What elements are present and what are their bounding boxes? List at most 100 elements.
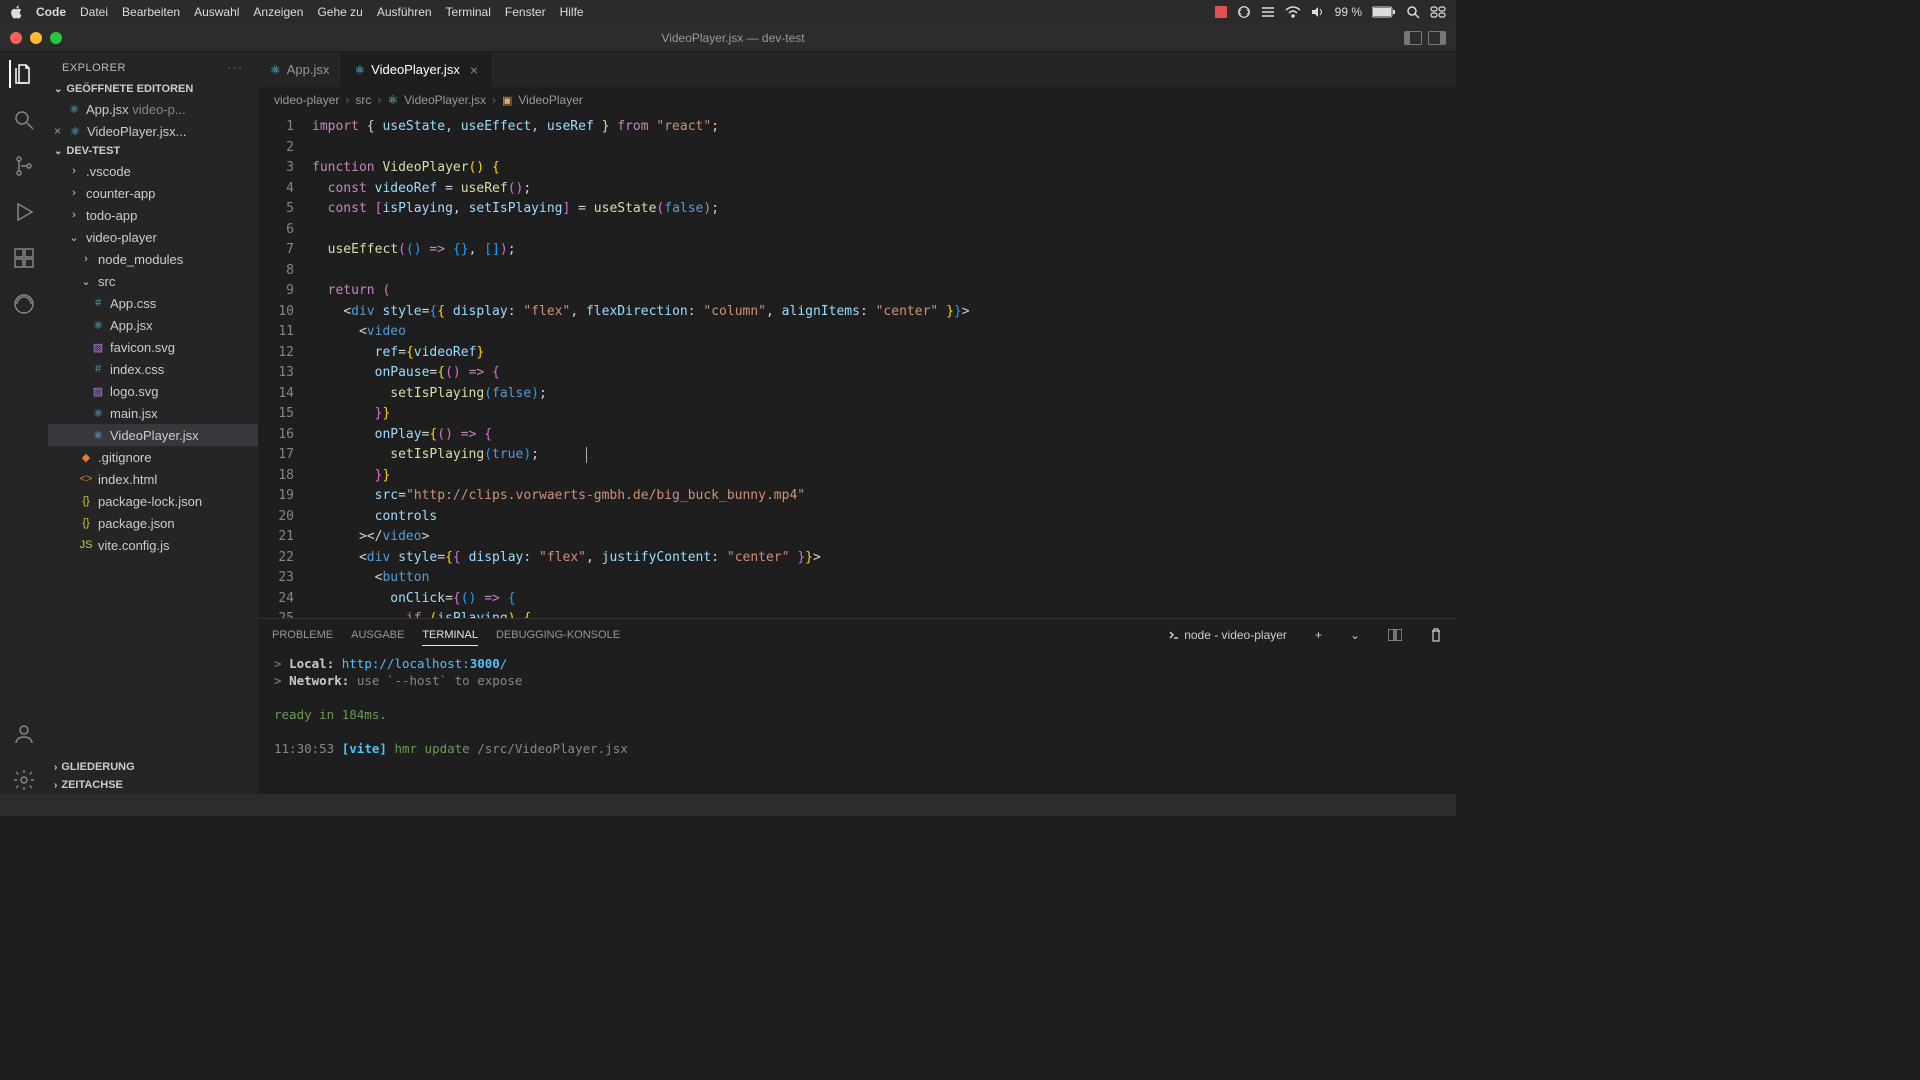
file-tree: ›.vscode›counter-app›todo-app⌄video-play… [48,160,258,556]
status-menu-icon [1261,5,1275,19]
folder-item[interactable]: ›node_modules [48,248,258,270]
window-titlebar: VideoPlayer.jsx — dev-test [0,24,1456,52]
folder-item[interactable]: ›counter-app [48,182,258,204]
editor-tabs: ⚛ App.jsx ⚛ VideoPlayer.jsx × [258,52,1456,87]
folder-item[interactable]: ⌄video-player [48,226,258,248]
activity-bar [0,52,48,794]
status-control-icon[interactable] [1430,6,1446,18]
menu-file[interactable]: Datei [80,5,108,19]
explorer-sidebar: EXPLORER ··· ⌄ GEÖFFNETE EDITOREN ⚛ App.… [48,52,258,794]
json-file-icon: {} [78,517,94,529]
maximize-window-button[interactable] [50,32,62,44]
menu-help[interactable]: Hilfe [560,5,584,19]
code-content[interactable]: import { useState, useEffect, useRef } f… [308,113,1434,618]
source-control-icon[interactable] [10,152,38,180]
folder-item[interactable]: ⌄src [48,270,258,292]
open-editors-header[interactable]: ⌄ GEÖFFNETE EDITOREN [48,80,258,98]
account-icon[interactable] [10,720,38,748]
file-item[interactable]: {}package.json [48,512,258,534]
code-editor[interactable]: 1234567891011121314151617181920212223242… [258,113,1456,618]
terminal-process[interactable]: node - video-player [1168,628,1287,642]
html-file-icon: <> [78,473,94,485]
status-sync-icon [1237,5,1251,19]
file-item[interactable]: <>index.html [48,468,258,490]
chevron-down-icon: ⌄ [66,231,82,244]
minimap[interactable] [1434,113,1456,618]
extensions-icon[interactable] [10,244,38,272]
run-debug-icon[interactable] [10,198,38,226]
react-file-icon: ⚛ [90,429,106,442]
chevron-down-icon: ⌄ [54,146,62,157]
terminal-icon [1168,629,1180,641]
chevron-right-icon: › [66,165,82,177]
panel-tab-problems[interactable]: PROBLEME [272,625,333,645]
minimize-window-button[interactable] [30,32,42,44]
menu-go[interactable]: Gehe zu [317,5,362,19]
explorer-more-icon[interactable]: ··· [227,62,244,74]
panel-tab-debug[interactable]: DEBUGGING-KONSOLE [496,625,620,645]
file-item[interactable]: ◆.gitignore [48,446,258,468]
remote-icon[interactable] [10,290,38,318]
timeline-header[interactable]: › ZEITACHSE [48,776,258,794]
file-item[interactable]: ⚛VideoPlayer.jsx [48,424,258,446]
workspace-header[interactable]: ⌄ DEV-TEST [48,142,258,160]
git-file-icon: ◆ [78,451,94,464]
folder-item[interactable]: ›todo-app [48,204,258,226]
file-item[interactable]: {}package-lock.json [48,490,258,512]
folder-item[interactable]: ›.vscode [48,160,258,182]
close-icon[interactable]: × [54,124,61,138]
json-file-icon: {} [78,495,94,507]
menu-window[interactable]: Fenster [505,5,546,19]
breadcrumb[interactable]: video-player› src› ⚛ VideoPlayer.jsx› ▣ … [258,87,1456,113]
status-wifi-icon [1285,6,1301,18]
panel-tab-output[interactable]: AUSGABE [351,625,404,645]
file-item[interactable]: ⚛App.jsx [48,314,258,336]
menu-selection[interactable]: Auswahl [194,5,239,19]
settings-gear-icon[interactable] [10,766,38,794]
new-terminal-icon[interactable]: + [1315,628,1322,642]
open-editor-item[interactable]: × ⚛ VideoPlayer.jsx... [48,120,258,142]
toggle-panel-icon[interactable] [1428,31,1446,45]
chevron-down-icon: ⌄ [54,84,62,95]
close-icon[interactable]: × [470,62,478,78]
chevron-down-icon[interactable]: ⌄ [1350,628,1360,642]
outline-header[interactable]: › GLIEDERUNG [48,758,258,776]
chevron-right-icon: › [78,253,94,265]
trash-icon[interactable] [1430,628,1442,642]
terminal-output[interactable]: > Local: http://localhost:3000/ > Networ… [258,651,1456,794]
search-icon[interactable] [10,106,38,134]
toggle-sidebar-icon[interactable] [1404,31,1422,45]
status-rec-icon [1215,6,1227,18]
menu-terminal[interactable]: Terminal [446,5,491,19]
react-file-icon: ⚛ [90,319,106,332]
menu-run[interactable]: Ausführen [377,5,432,19]
status-search-icon[interactable] [1406,5,1420,19]
close-window-button[interactable] [10,32,22,44]
css-file-icon: # [90,363,106,375]
file-item[interactable]: ▨favicon.svg [48,336,258,358]
file-item[interactable]: #index.css [48,358,258,380]
apple-logo-icon [10,5,24,19]
bottom-panel: PROBLEME AUSGABE TERMINAL DEBUGGING-KONS… [258,618,1456,794]
menu-edit[interactable]: Bearbeiten [122,5,180,19]
menu-view[interactable]: Anzeigen [253,5,303,19]
window-controls[interactable] [10,32,62,44]
app-name: Code [36,5,66,19]
file-item[interactable]: #App.css [48,292,258,314]
tab-app[interactable]: ⚛ App.jsx [258,52,342,87]
macos-menubar: Code Datei Bearbeiten Auswahl Anzeigen G… [0,0,1456,24]
status-battery-text: 99 % [1335,5,1362,19]
file-item[interactable]: JSvite.config.js [48,534,258,556]
file-item[interactable]: ▨logo.svg [48,380,258,402]
status-bar[interactable] [0,794,1456,816]
split-terminal-icon[interactable] [1388,629,1402,641]
svg-file-icon: ▨ [90,385,106,398]
explorer-icon[interactable] [9,60,37,88]
tab-videoplayer[interactable]: ⚛ VideoPlayer.jsx × [342,52,491,87]
open-editor-item[interactable]: ⚛ App.jsx video-p... [48,98,258,120]
explorer-title: EXPLORER [62,62,126,74]
react-file-icon: ⚛ [387,93,398,107]
react-file-icon: ⚛ [270,63,281,77]
file-item[interactable]: ⚛main.jsx [48,402,258,424]
panel-tab-terminal[interactable]: TERMINAL [422,625,478,646]
